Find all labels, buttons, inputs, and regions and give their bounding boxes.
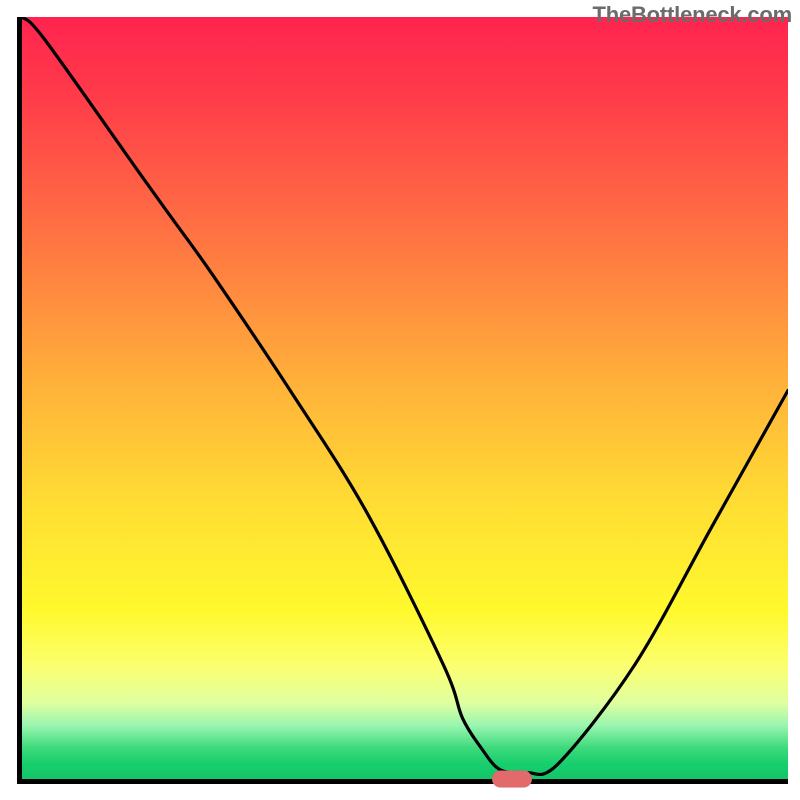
bottleneck-curve	[22, 17, 788, 775]
plot-area	[17, 17, 788, 784]
curve-svg	[22, 17, 788, 779]
optimal-marker	[492, 771, 532, 788]
chart-container: TheBottleneck.com	[0, 0, 800, 800]
brand-watermark: TheBottleneck.com	[592, 2, 792, 28]
